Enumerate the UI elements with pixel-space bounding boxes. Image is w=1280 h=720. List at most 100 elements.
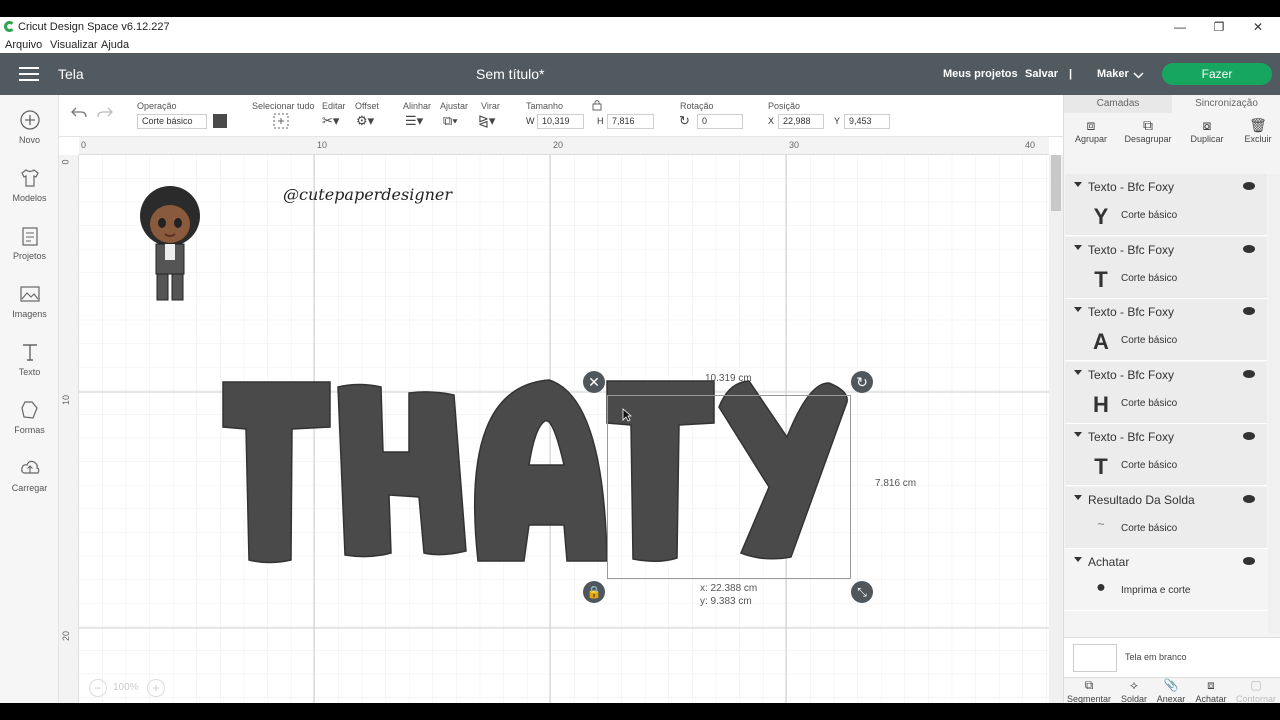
select-all-icon[interactable]: [273, 113, 289, 129]
contour-button[interactable]: ▢ Contornar: [1234, 678, 1278, 703]
layer-thumbnail: Y: [1093, 204, 1109, 229]
expand-arrow-icon[interactable]: [1074, 245, 1082, 250]
operation-select[interactable]: Corte básico: [137, 114, 207, 129]
align-icon[interactable]: ☰▾: [405, 113, 423, 129]
minimize-icon[interactable]: —: [1172, 19, 1188, 35]
duplicate-button[interactable]: ⧇ Duplicar: [1180, 117, 1234, 144]
delete-handle-icon[interactable]: ✕: [583, 371, 605, 393]
save-link[interactable]: Salvar: [1025, 68, 1058, 80]
expand-arrow-icon[interactable]: [1074, 432, 1082, 437]
eye-icon[interactable]: [1243, 245, 1255, 253]
layer-item[interactable]: Texto - Bfc Foxy H Corte básico: [1065, 362, 1267, 424]
expand-arrow-icon[interactable]: [1074, 182, 1082, 187]
flip-icon[interactable]: ⧎▾: [478, 113, 495, 129]
layer-item[interactable]: Texto - Bfc Foxy A Corte básico: [1065, 299, 1267, 361]
eye-icon[interactable]: [1243, 182, 1255, 190]
tab-sync[interactable]: Sincronização: [1172, 95, 1280, 113]
make-button[interactable]: Fazer: [1162, 63, 1272, 85]
undo-icon[interactable]: [70, 106, 88, 120]
flatten-icon: ⧈: [1207, 678, 1215, 692]
close-window-icon[interactable]: ✕: [1250, 19, 1266, 35]
ruler-tick: 20: [553, 140, 564, 150]
design-canvas[interactable]: @cutepaperdesigner 10.319 cm 7.816 cm x:…: [59, 137, 1049, 703]
tool-label: Novo: [18, 135, 40, 145]
tool-templates[interactable]: Modelos: [0, 167, 59, 217]
group-button[interactable]: ⧈ Agrupar: [1064, 117, 1118, 144]
menu-ajuda[interactable]: Ajuda: [101, 39, 129, 51]
expand-arrow-icon[interactable]: [1074, 557, 1082, 562]
eye-icon[interactable]: [1243, 495, 1255, 503]
lock-handle-icon[interactable]: 🔒: [583, 581, 605, 603]
eye-icon[interactable]: [1243, 370, 1255, 378]
offset-icon[interactable]: ⚙▾: [356, 113, 374, 129]
window-title: Cricut Design Space v6.12.227: [18, 21, 170, 33]
watermark-text[interactable]: @cutepaperdesigner: [283, 185, 452, 204]
redo-icon[interactable]: [96, 106, 114, 120]
ruler-tick: 10: [317, 140, 328, 150]
selection-box[interactable]: [607, 395, 851, 579]
selection-y-label: y: 9.383 cm: [700, 596, 752, 607]
tool-label: Desagrupar: [1124, 134, 1172, 144]
layer-item[interactable]: Achatar ● Imprima e corte: [1065, 549, 1267, 611]
height-input[interactable]: 7,816: [607, 114, 654, 129]
y-label: Y: [834, 116, 841, 126]
delete-button[interactable]: 🗑 Excluir: [1231, 117, 1280, 144]
maximize-icon[interactable]: ❐: [1211, 19, 1227, 35]
width-input[interactable]: 10,319: [537, 114, 584, 129]
layer-item[interactable]: Texto - Bfc Foxy T Corte básico: [1065, 424, 1267, 486]
boy-character-image[interactable]: [133, 184, 207, 304]
machine-select[interactable]: Maker: [1097, 68, 1129, 80]
left-toolbar: Novo Modelos Projetos Imagens Texto Form…: [0, 95, 59, 703]
x-input[interactable]: 22,988: [778, 114, 824, 129]
layer-item[interactable]: Resultado Da Solda ~ Corte básico: [1065, 487, 1267, 549]
panel-scrollbar[interactable]: [1268, 174, 1280, 634]
rotate-handle-icon[interactable]: ↻: [851, 371, 873, 393]
edit-toolbar: Operação Corte básico Selecionar tudo Ed…: [59, 95, 1063, 137]
tool-new[interactable]: Novo: [0, 109, 59, 159]
layer-item[interactable]: Texto - Bfc Foxy Y Corte básico: [1065, 174, 1267, 236]
lock-icon[interactable]: [592, 99, 602, 111]
menu-arquivo[interactable]: Arquivo: [5, 39, 42, 51]
paperclip-icon: 📎: [1163, 678, 1179, 692]
slice-button[interactable]: ⧉ Segmentar: [1067, 678, 1111, 703]
hamburger-menu-icon[interactable]: [19, 67, 39, 81]
flatten-button[interactable]: ⧈ Achatar: [1189, 678, 1233, 703]
color-swatch[interactable]: [213, 114, 227, 128]
layer-name: Achatar: [1088, 555, 1130, 569]
blank-canvas-row[interactable]: Tela em branco: [1064, 637, 1280, 677]
shapes-icon: [21, 401, 38, 419]
zoom-in-button[interactable]: +: [147, 679, 165, 697]
my-projects-link[interactable]: Meus projetos: [943, 68, 1018, 80]
tool-label: Excluir: [1244, 134, 1272, 144]
arrange-icon[interactable]: ⧉▾: [443, 113, 458, 129]
tool-text[interactable]: Texto: [0, 341, 59, 391]
section-title: Tela: [58, 66, 84, 82]
y-input[interactable]: 9,453: [844, 114, 890, 129]
eye-icon[interactable]: [1243, 432, 1255, 440]
menu-visualizar[interactable]: Visualizar: [50, 39, 98, 51]
layer-operation: Corte básico: [1121, 398, 1178, 409]
tool-images[interactable]: Imagens: [0, 283, 59, 333]
resize-handle-icon[interactable]: ⤡: [851, 581, 873, 603]
letter-h: [337, 383, 467, 558]
tool-projects[interactable]: Projetos: [0, 225, 59, 275]
ungroup-button[interactable]: ⧉ Desagrupar: [1121, 117, 1175, 144]
rotation-input[interactable]: 0: [697, 114, 743, 129]
offset-label: Offset: [355, 101, 379, 111]
chevron-down-icon[interactable]: [1133, 72, 1144, 79]
eye-icon[interactable]: [1243, 307, 1255, 315]
duplicate-icon: ⧇: [1202, 117, 1212, 133]
edit-icon[interactable]: ✂▾: [322, 113, 339, 129]
tool-shapes[interactable]: Formas: [0, 399, 59, 449]
eye-icon[interactable]: [1243, 557, 1255, 565]
edit-label: Editar: [322, 101, 346, 111]
layer-item[interactable]: Texto - Bfc Foxy T Corte básico: [1065, 237, 1267, 299]
expand-arrow-icon[interactable]: [1074, 370, 1082, 375]
expand-arrow-icon[interactable]: [1074, 495, 1082, 500]
expand-arrow-icon[interactable]: [1074, 307, 1082, 312]
attach-button[interactable]: 📎 Anexar: [1149, 678, 1193, 703]
zoom-out-button[interactable]: −: [89, 679, 107, 697]
tab-layers[interactable]: Camadas: [1064, 95, 1172, 113]
tool-upload[interactable]: Carregar: [0, 457, 59, 507]
vertical-scrollbar[interactable]: [1049, 155, 1063, 703]
